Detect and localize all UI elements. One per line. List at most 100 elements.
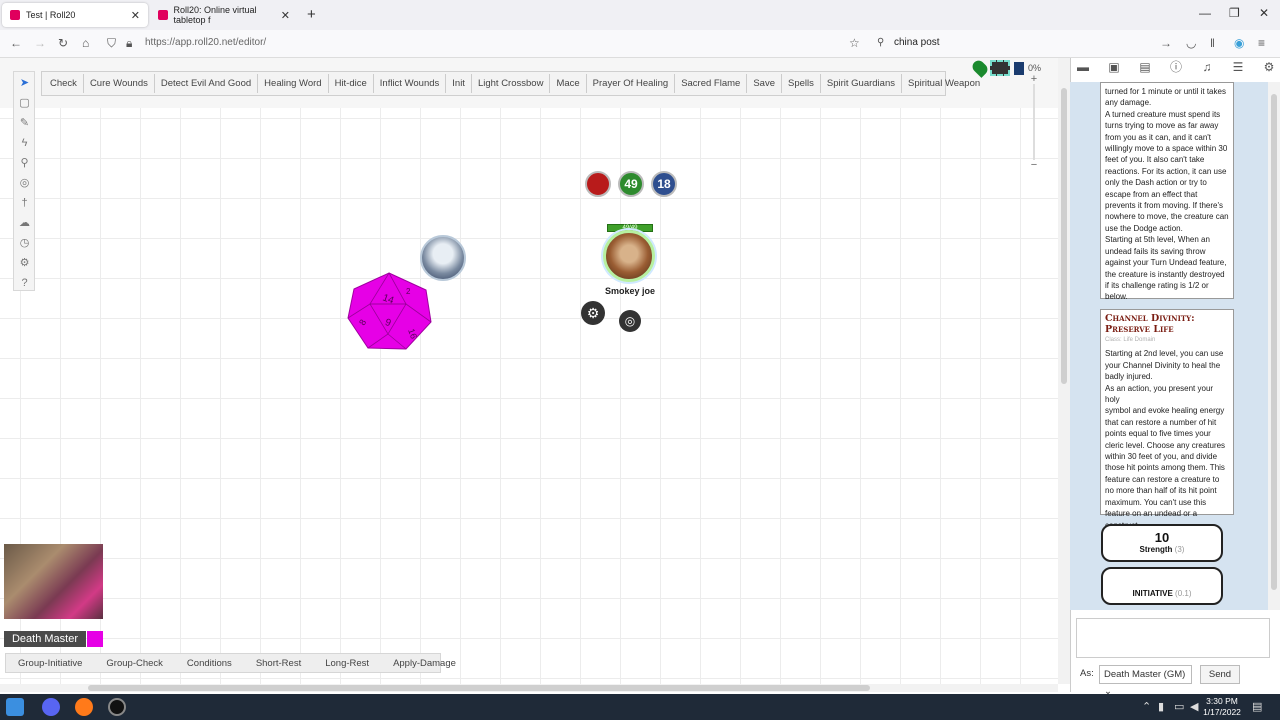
layer-cube-icon[interactable]: ▢ [18,97,31,110]
board-vertical-scrollbar[interactable] [1058,58,1070,684]
macro-button[interactable]: Inflict Wounds [374,74,447,93]
send-button[interactable]: Send [1200,665,1240,684]
chat-bubble-icon[interactable]: ▬ [1076,60,1090,74]
scroll-thumb[interactable] [88,685,870,691]
microphone-icon[interactable]: ▮ [1158,700,1164,713]
journal-icon[interactable]: ▤ [1138,60,1152,74]
close-window-button[interactable]: ✕ [1259,6,1269,20]
player-avatar-video[interactable] [4,544,103,619]
go-arrow-icon[interactable]: → [1160,36,1172,50]
browser-tab-roll20-test[interactable]: Test | Roll20 ✕ [2,3,148,27]
macro-button[interactable]: Group-Check [94,658,175,669]
jukebox-film-icon[interactable] [990,60,1010,76]
compendium-info-icon[interactable]: ⓘ [1169,60,1183,74]
zoom-slider[interactable]: + − [1027,74,1041,171]
forward-arrow-icon[interactable]: → [34,36,46,50]
macro-button[interactable]: Spirit Guardians [821,74,902,93]
minimize-button[interactable]: — [1199,6,1211,20]
browser-tab-roll20-home[interactable]: Roll20: Online virtual tabletop f ✕ [150,3,298,27]
macro-button[interactable]: Apply-Damage [381,658,468,669]
macro-button[interactable]: Spells [782,74,821,93]
network-icon[interactable]: ▭ [1174,700,1184,713]
macro-button[interactable]: Init [446,74,472,93]
macro-button[interactable]: Long-Rest [313,658,381,669]
notifications-icon[interactable]: ▤ [1252,700,1262,713]
search-input[interactable]: china post [894,37,940,48]
zoom-magnifier-icon[interactable]: ⚲ [18,157,31,170]
close-tab-icon[interactable]: ✕ [281,9,290,22]
macro-button[interactable]: Group-Initiative [6,658,94,669]
roll-result[interactable]: 10 [1103,530,1221,545]
new-tab-button[interactable]: + [307,6,316,23]
speak-as-select[interactable]: Death Master (GM) ⌄ [1099,665,1192,697]
tray-chevron-icon[interactable]: ⌃ [1142,700,1151,713]
macro-button[interactable]: Prayer Of Healing [587,74,676,93]
turn-clock-icon[interactable]: ◷ [18,237,31,250]
token-bar3-bubble[interactable]: 18 [651,171,677,197]
reload-icon[interactable]: ↻ [58,36,68,50]
token-bar2-bubble[interactable]: 49 [618,171,644,197]
pocket-icon[interactable]: ◡ [1186,36,1196,50]
firefox-icon[interactable] [75,698,93,716]
page-doc-icon[interactable] [1014,61,1024,75]
taskbar-clock[interactable]: 3:30 PM 1/17/2022 [1200,696,1244,718]
restore-button[interactable]: ❐ [1229,6,1240,20]
macro-button[interactable]: Short-Rest [244,658,313,669]
zoom-out-icon[interactable]: − [1027,160,1041,171]
zoom-track[interactable] [1033,84,1035,160]
art-library-icon[interactable]: ▣ [1107,60,1121,74]
d20-dice-icon[interactable]: 14 6 16 8 2 [346,272,432,350]
macro-button[interactable]: Save [747,74,782,93]
discord-icon[interactable] [42,698,60,716]
chat-scrollbar[interactable] [1268,82,1280,610]
back-arrow-icon[interactable]: ← [10,36,22,50]
tabletop-canvas[interactable] [0,58,1058,684]
player-color-swatch[interactable] [87,631,103,647]
chat-input[interactable] [1076,618,1270,658]
fog-cloud-icon[interactable]: ☁ [18,217,31,230]
macro-button[interactable]: Healing Word [258,74,329,93]
fx-lightning-icon[interactable]: ϟ [18,137,31,150]
macro-button[interactable]: Mace [550,74,587,93]
macro-button[interactable]: Detect Evil And Good [155,74,259,93]
board-horizontal-scrollbar[interactable] [0,684,1058,692]
account-icon[interactable]: ◉ [1234,36,1244,50]
macro-button[interactable]: Hit-dice [329,74,374,93]
dice-roller-icon[interactable]: ⚙ [18,257,31,270]
token-target-icon[interactable]: ◎ [619,310,641,332]
map-pin-icon[interactable] [970,58,990,78]
macro-button[interactable]: Sacred Flame [675,74,748,93]
settings-gear-icon[interactable]: ⚙ [1262,60,1276,74]
macro-button[interactable]: Check [44,74,84,93]
fog-pin-icon[interactable]: † [18,197,31,210]
library-icon[interactable]: ‖ [1210,36,1215,50]
volume-icon[interactable]: ◀ [1190,700,1198,713]
lock-icon[interactable]: 🔒︎ [126,36,132,51]
smokey-joe-token[interactable] [603,230,655,282]
collection-list-icon[interactable]: ☰ [1231,60,1245,74]
shield-icon[interactable]: ⛉ [107,36,116,51]
token-bar1-bubble[interactable] [585,171,611,197]
home-icon[interactable]: ⌂ [82,36,89,50]
macro-button[interactable]: Spiritual Weapon [902,74,986,93]
player-name-label: Death Master [4,631,86,647]
address-bar[interactable]: https://app.roll20.net/editor/ [145,37,266,48]
macro-button[interactable]: Conditions [175,658,244,669]
zoom-in-icon[interactable]: + [1027,74,1041,85]
menu-icon[interactable]: ≡ [1258,36,1265,50]
draw-pencil-icon[interactable]: ✎ [18,117,31,130]
token-settings-gear-icon[interactable]: ⚙ [581,301,605,325]
macro-button[interactable]: Cure Wounds [84,74,155,93]
select-pointer-icon[interactable]: ➤ [18,77,31,90]
close-tab-icon[interactable]: ✕ [131,9,140,22]
help-question-icon[interactable]: ? [18,277,31,290]
scroll-thumb[interactable] [1271,94,1277,590]
bookmark-star-icon[interactable]: ☆ [849,36,860,50]
scroll-thumb[interactable] [1061,88,1067,384]
measure-ruler-icon[interactable]: ◎ [18,177,31,190]
roll-result[interactable] [1103,573,1221,589]
macro-button[interactable]: Light Crossbow [472,74,551,93]
obs-icon[interactable] [108,698,126,716]
start-menu-icon[interactable] [6,698,24,716]
jukebox-music-icon[interactable]: ♫ [1200,60,1214,74]
